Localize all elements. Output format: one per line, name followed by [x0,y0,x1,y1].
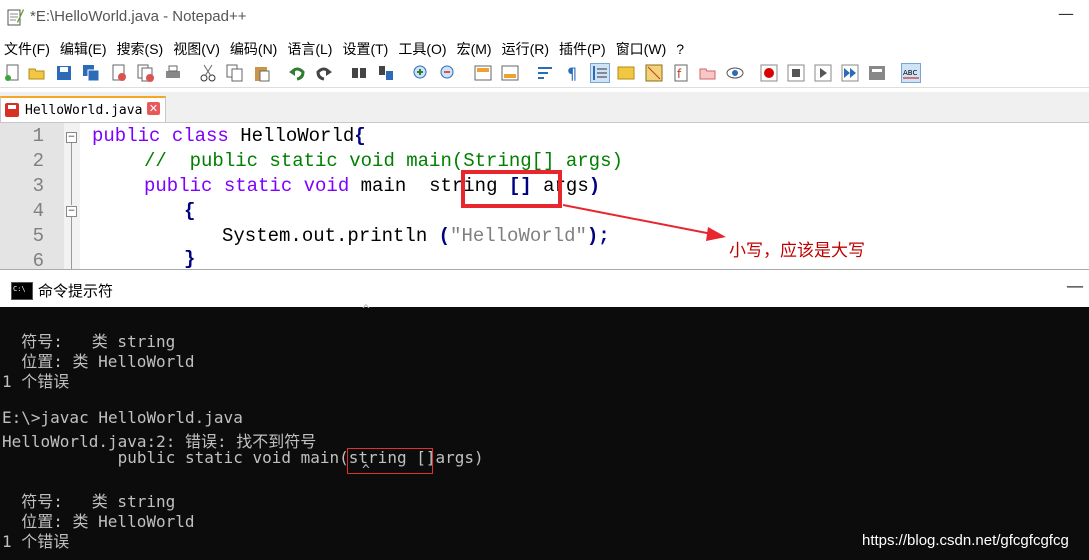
cmd-minimize-button[interactable]: — [1066,276,1084,297]
console-line: 1 个错误 [2,372,70,391]
cmd-title-bar: 命令提示符 — [0,269,1089,308]
console-line: 1 个错误 [2,532,70,551]
error-highlight-box [347,448,433,474]
cmd-window-title: 命令提示符 [38,282,114,300]
annotation-note: 小写，应该是大写 [729,241,865,261]
cmd-app-icon [11,282,33,300]
watermark: https://blog.csdn.net/gfcgfcgfcg [862,532,1069,549]
error-caret: ^ [362,303,370,318]
console-line: E:\>javac HelloWorld.java [2,408,243,427]
